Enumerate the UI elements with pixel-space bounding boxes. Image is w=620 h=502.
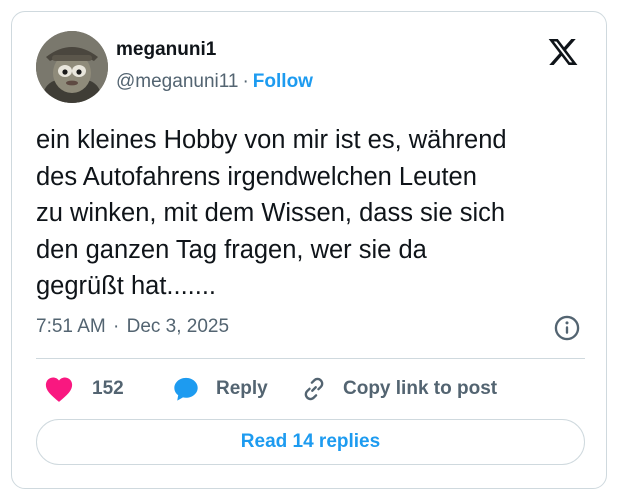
reply-label: Reply [216,378,268,399]
separator-dot: · [242,71,249,92]
read-replies-button[interactable]: Read 14 replies [36,419,585,465]
x-logo-icon[interactable] [547,36,579,68]
action-bar: 152 Reply Copy link to post [36,372,596,406]
avatar-image [36,31,108,103]
tweet-text: ein kleines Hobby von mir ist es, währen… [36,126,507,300]
heart-icon [45,377,73,402]
author-handle-row: @meganuni11 · Follow [116,71,313,93]
copy-link-button[interactable]: Copy link to post [300,372,497,406]
follow-button[interactable]: Follow [253,71,313,92]
tweet-timestamp[interactable]: 7:51 AM · Dec 3, 2025 [36,316,229,338]
tweet-card: meganuni1 @meganuni11 · Follow ein kleines… [11,11,607,489]
avatar[interactable] [36,31,108,103]
reply-button[interactable]: Reply [172,372,268,406]
tweet-time: 7:51 AM [36,316,106,337]
author-display-name[interactable]: meganuni1 [116,39,216,61]
separator-dot: · [107,316,125,337]
like-button[interactable]: 152 [44,372,124,406]
tweet-date: Dec 3, 2025 [126,316,230,337]
author-handle[interactable]: @meganuni11 [116,71,238,92]
speech-bubble-icon [174,377,198,401]
divider [36,358,585,359]
like-count: 152 [92,378,124,399]
link-icon [304,377,324,401]
info-icon[interactable] [553,314,581,342]
copy-link-label: Copy link to post [343,378,498,399]
